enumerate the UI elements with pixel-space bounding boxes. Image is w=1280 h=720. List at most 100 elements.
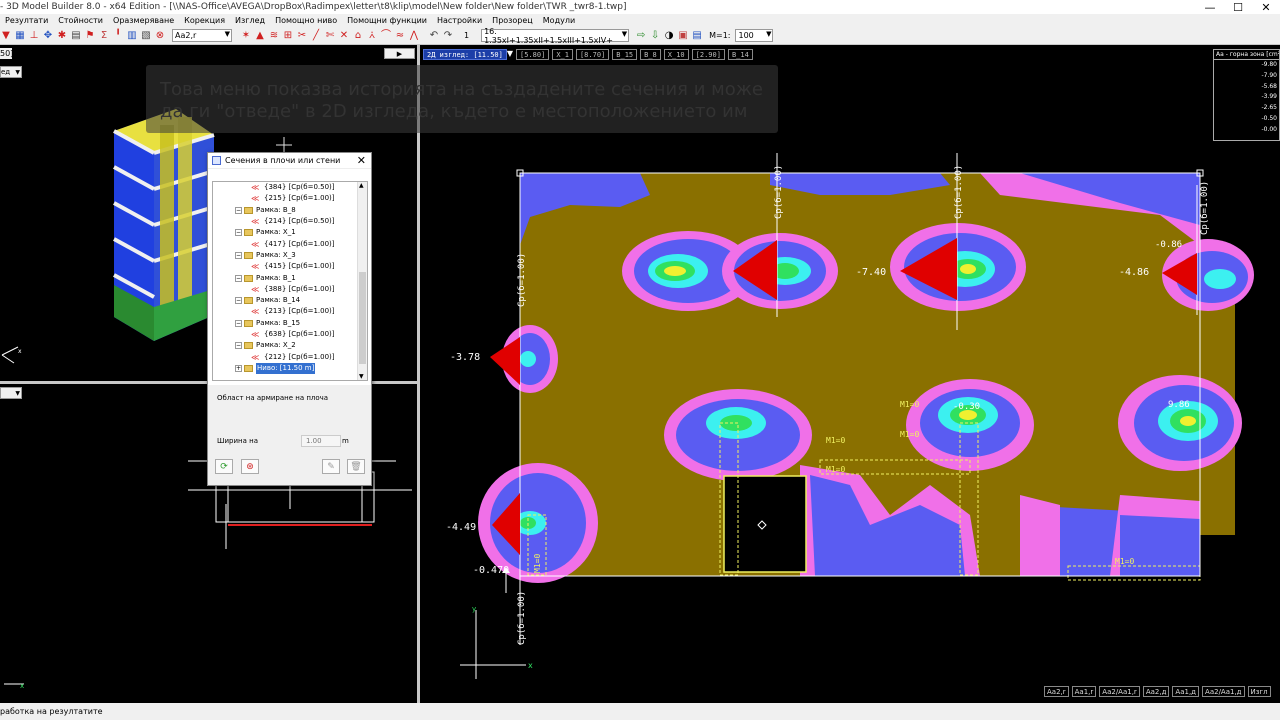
tree-frame-item[interactable]: − Рамка: X_1 bbox=[213, 227, 367, 238]
collapse-icon[interactable]: − bbox=[235, 297, 242, 305]
tab-b15[interactable]: В_15 bbox=[612, 49, 638, 60]
wave-icon[interactable]: ≈ bbox=[394, 30, 406, 42]
menu-settings[interactable]: Настройки bbox=[432, 16, 487, 25]
dialog-close-button[interactable]: ✕ bbox=[357, 154, 366, 167]
support-icon[interactable]: ⊥ bbox=[28, 30, 40, 42]
scissors-icon[interactable]: ✂ bbox=[296, 30, 308, 42]
menu-values[interactable]: Стойности bbox=[53, 16, 108, 25]
tree-section-item[interactable]: ≪ {638} [Ср(б=1.00)] bbox=[213, 329, 367, 340]
tab-level-2-90[interactable]: [2.90] bbox=[691, 49, 725, 60]
col-icon[interactable]: ▥ bbox=[126, 30, 138, 42]
tree-section-item[interactable]: ≪ {212} [Ср(б=1.00)] bbox=[213, 351, 367, 362]
collapse-icon[interactable]: − bbox=[235, 274, 242, 282]
arch-icon[interactable]: ⌒ bbox=[380, 30, 392, 42]
table-icon[interactable]: ▤ bbox=[70, 30, 82, 42]
line-icon[interactable]: ╱ bbox=[310, 30, 322, 42]
delete-button[interactable]: 🗑 bbox=[347, 459, 365, 474]
result-tab-aa2-d[interactable]: Aa2,д bbox=[1142, 686, 1170, 697]
tree-section-item[interactable]: ≪ {384} [Ср(б=0.50)] bbox=[213, 182, 367, 193]
tree-level-item[interactable]: + Ниво: [11.50 m] bbox=[213, 362, 367, 374]
tree-frame-item[interactable]: − Рамка: В_8 bbox=[213, 205, 367, 216]
tab-2d-view[interactable]: 2Д изглед: [11.50] bbox=[423, 49, 507, 60]
width-input[interactable]: 1.00 bbox=[301, 435, 341, 447]
collapse-icon[interactable]: − bbox=[235, 342, 242, 350]
tree-section-item[interactable]: ≪ {388} [Ср(б=1.00)] bbox=[213, 284, 367, 295]
menu-modules[interactable]: Модули bbox=[538, 16, 580, 25]
collapse-icon[interactable]: − bbox=[235, 206, 242, 214]
pane-nav-button[interactable]: ▶ bbox=[384, 48, 415, 59]
menu-correction[interactable]: Корекция bbox=[179, 16, 230, 25]
menu-aux-level[interactable]: Помощно ниво bbox=[270, 16, 342, 25]
result-tab-aa2-aa1-d[interactable]: Aa2/Aa1,д bbox=[1202, 686, 1245, 697]
dialog-title-bar[interactable]: Сечения в плочи или стени ✕ bbox=[208, 153, 371, 169]
tree-frame-item[interactable]: − Рамка: В_14 bbox=[213, 295, 367, 306]
menu-view[interactable]: Изглед bbox=[230, 16, 270, 25]
edit-button[interactable]: ✎ bbox=[322, 459, 340, 474]
tree-frame-item[interactable]: − Рамка: X_3 bbox=[213, 250, 367, 261]
tab-level-8-70[interactable]: [8.70] bbox=[575, 49, 610, 60]
result-tab-aa1-r[interactable]: Aa1,r bbox=[1071, 686, 1097, 697]
tree-section-item[interactable]: ≪ {213} [Ср(б=1.00)] bbox=[213, 306, 367, 317]
close-window-button[interactable]: ✕ bbox=[1252, 0, 1280, 14]
roof-icon[interactable]: ⩑ bbox=[366, 30, 378, 42]
stop-icon[interactable]: ⊗ bbox=[154, 30, 166, 42]
print-icon[interactable]: ▤ bbox=[691, 30, 703, 42]
collapse-icon[interactable]: − bbox=[235, 319, 242, 327]
menu-results[interactable]: Резултати bbox=[0, 16, 53, 25]
tab-x1[interactable]: X_1 bbox=[552, 49, 573, 60]
contrast-icon[interactable]: ◑ bbox=[663, 30, 675, 42]
cross-icon[interactable]: ✱ bbox=[56, 30, 68, 42]
scroll-down-icon[interactable]: ▼ bbox=[359, 373, 364, 380]
tree-frame-item[interactable]: − Рамка: X_2 bbox=[213, 340, 367, 351]
refresh-button[interactable]: ⟳ bbox=[215, 459, 233, 474]
tab-dropdown-icon[interactable]: ▼ bbox=[507, 49, 513, 60]
x-icon[interactable]: ✕ bbox=[338, 30, 350, 42]
zigzag-icon[interactable]: ≋ bbox=[268, 30, 280, 42]
mesh-icon[interactable]: ✶ bbox=[240, 30, 252, 42]
pin-icon[interactable]: ╹ bbox=[112, 30, 124, 42]
plot-icon[interactable]: ▣ bbox=[677, 30, 689, 42]
sections-tree[interactable]: ≪ {384} [Ср(б=0.50)] ≪ {215} [Ср(б=1.00)] … bbox=[212, 181, 368, 381]
export-icon[interactable]: ⇨ bbox=[635, 30, 647, 42]
report-icon[interactable]: ▧ bbox=[140, 30, 152, 42]
tree-section-item[interactable]: ≪ {415} [Ср(б=1.00)] bbox=[213, 261, 367, 272]
chevron-icon[interactable]: ⋀ bbox=[408, 30, 420, 42]
result-tab-aa1-d[interactable]: Aa1,д bbox=[1172, 686, 1200, 697]
menu-window[interactable]: Прозорец bbox=[487, 16, 538, 25]
tab-b8[interactable]: В_8 bbox=[640, 49, 661, 60]
move-icon[interactable]: ✥ bbox=[42, 30, 54, 42]
view-2d-pane[interactable]: x y -7.40 -4.86 -0.86 -3.78 -4.49 -0.470… bbox=[420, 45, 1280, 703]
house-icon[interactable]: ⌂ bbox=[352, 30, 364, 42]
minimize-button[interactable]: — bbox=[1196, 0, 1224, 14]
menu-aux-functions[interactable]: Помощни функции bbox=[342, 16, 432, 25]
collapse-icon[interactable]: − bbox=[235, 229, 242, 237]
section-tool-icon[interactable]: ▼ bbox=[0, 30, 12, 42]
tree-frame-item[interactable]: − Рамка: В_15 bbox=[213, 318, 367, 329]
flag-icon[interactable]: ⚑ bbox=[84, 30, 96, 42]
grid-icon[interactable]: ▦ bbox=[14, 30, 26, 42]
menu-design[interactable]: Оразмеряване bbox=[108, 16, 179, 25]
result-tab-aa2-aa1-r[interactable]: Aa2/Aa1,r bbox=[1099, 686, 1140, 697]
undo-icon[interactable]: ↶ bbox=[428, 30, 440, 42]
redo-icon[interactable]: ↷ bbox=[442, 30, 454, 42]
tree-frame-item[interactable]: − Рамка: В_1 bbox=[213, 272, 367, 283]
result-tab-aa2-r[interactable]: Aa2,r bbox=[1044, 686, 1069, 697]
sum-icon[interactable]: Σ bbox=[98, 30, 110, 42]
tab-level-5-80[interactable]: [5.80] bbox=[516, 49, 550, 60]
tri-icon[interactable]: ▲ bbox=[254, 30, 266, 42]
save-icon[interactable]: ⇩ bbox=[649, 30, 661, 42]
scale-select[interactable]: 100 ▼ bbox=[735, 29, 774, 42]
locate-button[interactable]: ⊛ bbox=[241, 459, 259, 474]
expand-icon[interactable]: + bbox=[235, 364, 242, 372]
tree-scrollbar[interactable]: ▲ ▼ bbox=[357, 182, 367, 380]
load-combination-select[interactable]: 16. 1.35xI+1.35xII+1.5xIII+1.5xIV+ ▼ bbox=[481, 27, 630, 45]
tree-section-item[interactable]: ≪ {215} [Ср(б=1.00)] bbox=[213, 193, 367, 204]
maximize-button[interactable]: ☐ bbox=[1224, 0, 1252, 14]
tab-b14[interactable]: В_14 bbox=[727, 49, 753, 60]
tab-x10[interactable]: X_10 bbox=[663, 49, 689, 60]
cut-icon[interactable]: ✄ bbox=[324, 30, 336, 42]
scroll-up-icon[interactable]: ▲ bbox=[359, 182, 364, 189]
scroll-thumb[interactable] bbox=[359, 272, 366, 364]
armature-select[interactable]: Aa2,r ▼ bbox=[172, 29, 232, 42]
dim-icon[interactable]: ⊞ bbox=[282, 30, 294, 42]
